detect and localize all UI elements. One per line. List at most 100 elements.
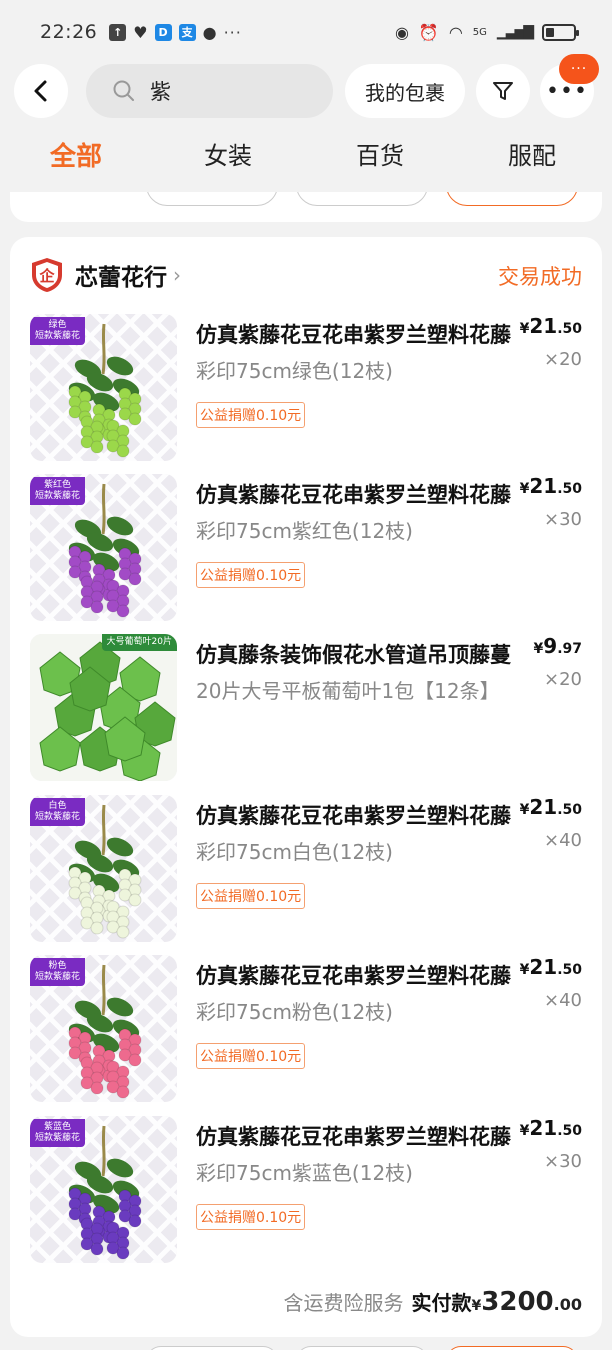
previous-order-action-button[interactable] [146,192,278,206]
product-thumbnail[interactable]: 粉色 短款紫藤花 [30,955,177,1102]
order-action-button[interactable] [146,1346,278,1350]
filter-button[interactable] [476,64,530,118]
product-title[interactable]: 仿真紫藤花豆花串紫罗兰塑料花藤 [196,319,514,349]
shipping-insurance-label: 含运费险服务 [283,1291,404,1315]
product-thumbnail[interactable]: 紫蓝色 短款紫藤花 [30,1116,177,1263]
order-item[interactable]: 粉色 短款紫藤花 仿真紫藤花豆花串紫罗兰塑料花藤 彩印75cm粉色(12枝) 公益捐赠… [10,955,602,1105]
total-amount: 3200 [481,1287,554,1317]
total-amount-decimal: .00 [553,1295,582,1314]
price-integer: 21 [529,795,558,819]
tab-accessories[interactable]: 服配 [472,136,592,171]
product-price: ¥21.50 [520,474,582,498]
category-tabs: 全部 女装 百货 服配 [0,136,612,192]
my-package-button[interactable]: 我的包裹 [345,64,465,118]
order-item[interactable]: 白色 短款紫藤花 仿真紫藤花豆花串紫罗兰塑料花藤彩印75cm白色(12枝) 公益捐赠… [10,795,602,945]
network-label: 5G [472,26,487,38]
message-badge: ··· [559,54,599,84]
shop-header[interactable]: 企 芯蕾花行 › [30,255,181,295]
filter-icon [493,82,513,100]
signal-icon: ▁▃▅▇ [496,24,534,40]
product-image-tag: 绿色 短款紫藤花 [30,317,86,345]
back-arrow-icon [34,80,47,102]
price-integer: 9 [543,634,558,658]
status-bar: 22:26 ↑ ♥ D 支 ● ··· ◉ ⏰ ◠ 5G ▁▃▅▇ [0,0,612,64]
charity-badge: 公益捐赠0.10元 [196,1204,306,1230]
back-button[interactable] [14,64,68,118]
battery-icon [542,23,579,41]
price-currency: ¥ [519,481,530,497]
charity-badge: 公益捐赠0.10元 [196,562,306,588]
notification-icons: ↑ ♥ D 支 ● ··· [109,23,242,42]
heart-notification-icon: ♥ [133,22,148,42]
product-quantity: ×30 [544,1151,582,1172]
order-item[interactable]: 紫红色 短款紫藤花 仿真紫藤花豆花串紫罗兰塑料花藤彩印75cm紫红色(12枝) 公益… [10,474,602,624]
chat-notification-icon: ● [202,22,217,42]
upload-notification-icon: ↑ [109,23,127,41]
product-thumbnail[interactable]: 紫红色 短款紫藤花 [30,474,177,621]
product-quantity: ×30 [544,509,582,530]
price-decimal: .97 [557,641,582,657]
tab-womens[interactable]: 女装 [168,136,288,171]
product-title[interactable]: 仿真紫藤花豆花串紫罗兰塑料花藤 [196,960,514,990]
product-thumbnail[interactable]: 大号葡萄叶20片 [30,634,177,781]
product-thumbnail[interactable]: 绿色 短款紫藤花 [30,314,177,461]
price-integer: 21 [529,955,558,979]
product-quantity: ×20 [544,669,582,690]
price-decimal: .50 [557,1123,582,1139]
order-item[interactable]: 大号葡萄叶20片 仿真藤条装饰假花水管道吊顶藤蔓 20片大号平板葡萄叶1包【12条】… [10,634,602,784]
wifi-icon: ◠ [448,22,463,42]
product-image-tag: 大号葡萄叶20片 [101,634,177,651]
product-spec: 20片大号平板葡萄叶1包【12条】 [196,679,500,703]
previous-order-card [10,192,602,222]
price-currency: ¥ [533,641,544,657]
price-integer: 21 [529,314,558,338]
order-item[interactable]: 紫蓝色 短款紫藤花 仿真紫藤花豆花串紫罗兰塑料花藤 彩印75cm紫蓝色(12枝) 公益… [10,1116,602,1266]
product-title[interactable]: 仿真紫藤花豆花串紫罗兰塑料花藤 [196,1121,514,1151]
enterprise-shield-icon: 企 [32,258,62,292]
product-image-tag: 粉色 短款紫藤花 [30,958,86,986]
more-notifications-icon: ··· [223,22,242,42]
product-spec: 彩印75cm绿色(12枝) [196,359,393,383]
app-notification-icon: D [154,23,172,41]
product-quantity: ×20 [544,349,582,370]
product-quantity: ×40 [544,830,582,851]
product-image-tag: 紫红色 短款紫藤花 [30,477,86,505]
order-action-button[interactable] [296,1346,428,1350]
product-price: ¥21.50 [520,1116,582,1140]
product-title[interactable]: 仿真紫藤花豆花串紫罗兰塑料花藤 [196,800,514,830]
product-title[interactable]: 仿真紫藤花豆花串紫罗兰塑料花藤 [196,479,514,509]
charity-badge: 公益捐赠0.10元 [196,883,306,909]
order-item[interactable]: 绿色 短款紫藤花 仿真紫藤花豆花串紫罗兰塑料花藤彩印75cm绿色(12枝) 公益捐赠… [10,314,602,464]
order-card: 企 芯蕾花行 › 交易成功 绿色 短款紫藤花 仿真紫藤花豆花串紫罗兰塑料花藤 彩印7… [10,237,602,1337]
top-bar: 紫 我的包裹 ••• [0,62,612,118]
price-decimal: .50 [557,481,582,497]
price-decimal: .50 [557,962,582,978]
total-currency: ¥ [471,1298,482,1314]
order-primary-button[interactable] [446,1346,578,1350]
price-integer: 21 [529,1116,558,1140]
price-integer: 21 [529,474,558,498]
charity-badge: 公益捐赠0.10元 [196,402,306,428]
search-input[interactable]: 紫 [86,64,333,118]
previous-order-action-button[interactable] [296,192,428,206]
alipay-notification-icon: 支 [178,23,196,41]
product-image-tag: 白色 短款紫藤花 [30,798,86,826]
product-spec: 彩印75cm紫红色(12枝) [196,519,413,543]
product-spec: 彩印75cm白色(12枝) [196,840,393,864]
product-price: ¥9.97 [534,634,582,658]
price-decimal: .50 [557,802,582,818]
product-title[interactable]: 仿真藤条装饰假花水管道吊顶藤蔓 [196,639,514,669]
shop-badge-text: 企 [38,267,55,285]
order-total: 含运费险服务 实付款 ¥ 3200 .00 [284,1287,582,1317]
product-thumbnail[interactable]: 白色 短款紫藤花 [30,795,177,942]
price-decimal: .50 [557,321,582,337]
chevron-right-icon: › [173,263,181,287]
tab-general[interactable]: 百货 [320,136,440,171]
tab-all[interactable]: 全部 [16,136,136,173]
search-query: 紫 [150,80,171,104]
product-price: ¥21.50 [520,314,582,338]
previous-order-primary-button[interactable] [446,192,578,206]
product-image-tag: 紫蓝色 短款紫藤花 [30,1119,86,1147]
product-quantity: ×40 [544,990,582,1011]
product-price: ¥21.50 [520,955,582,979]
